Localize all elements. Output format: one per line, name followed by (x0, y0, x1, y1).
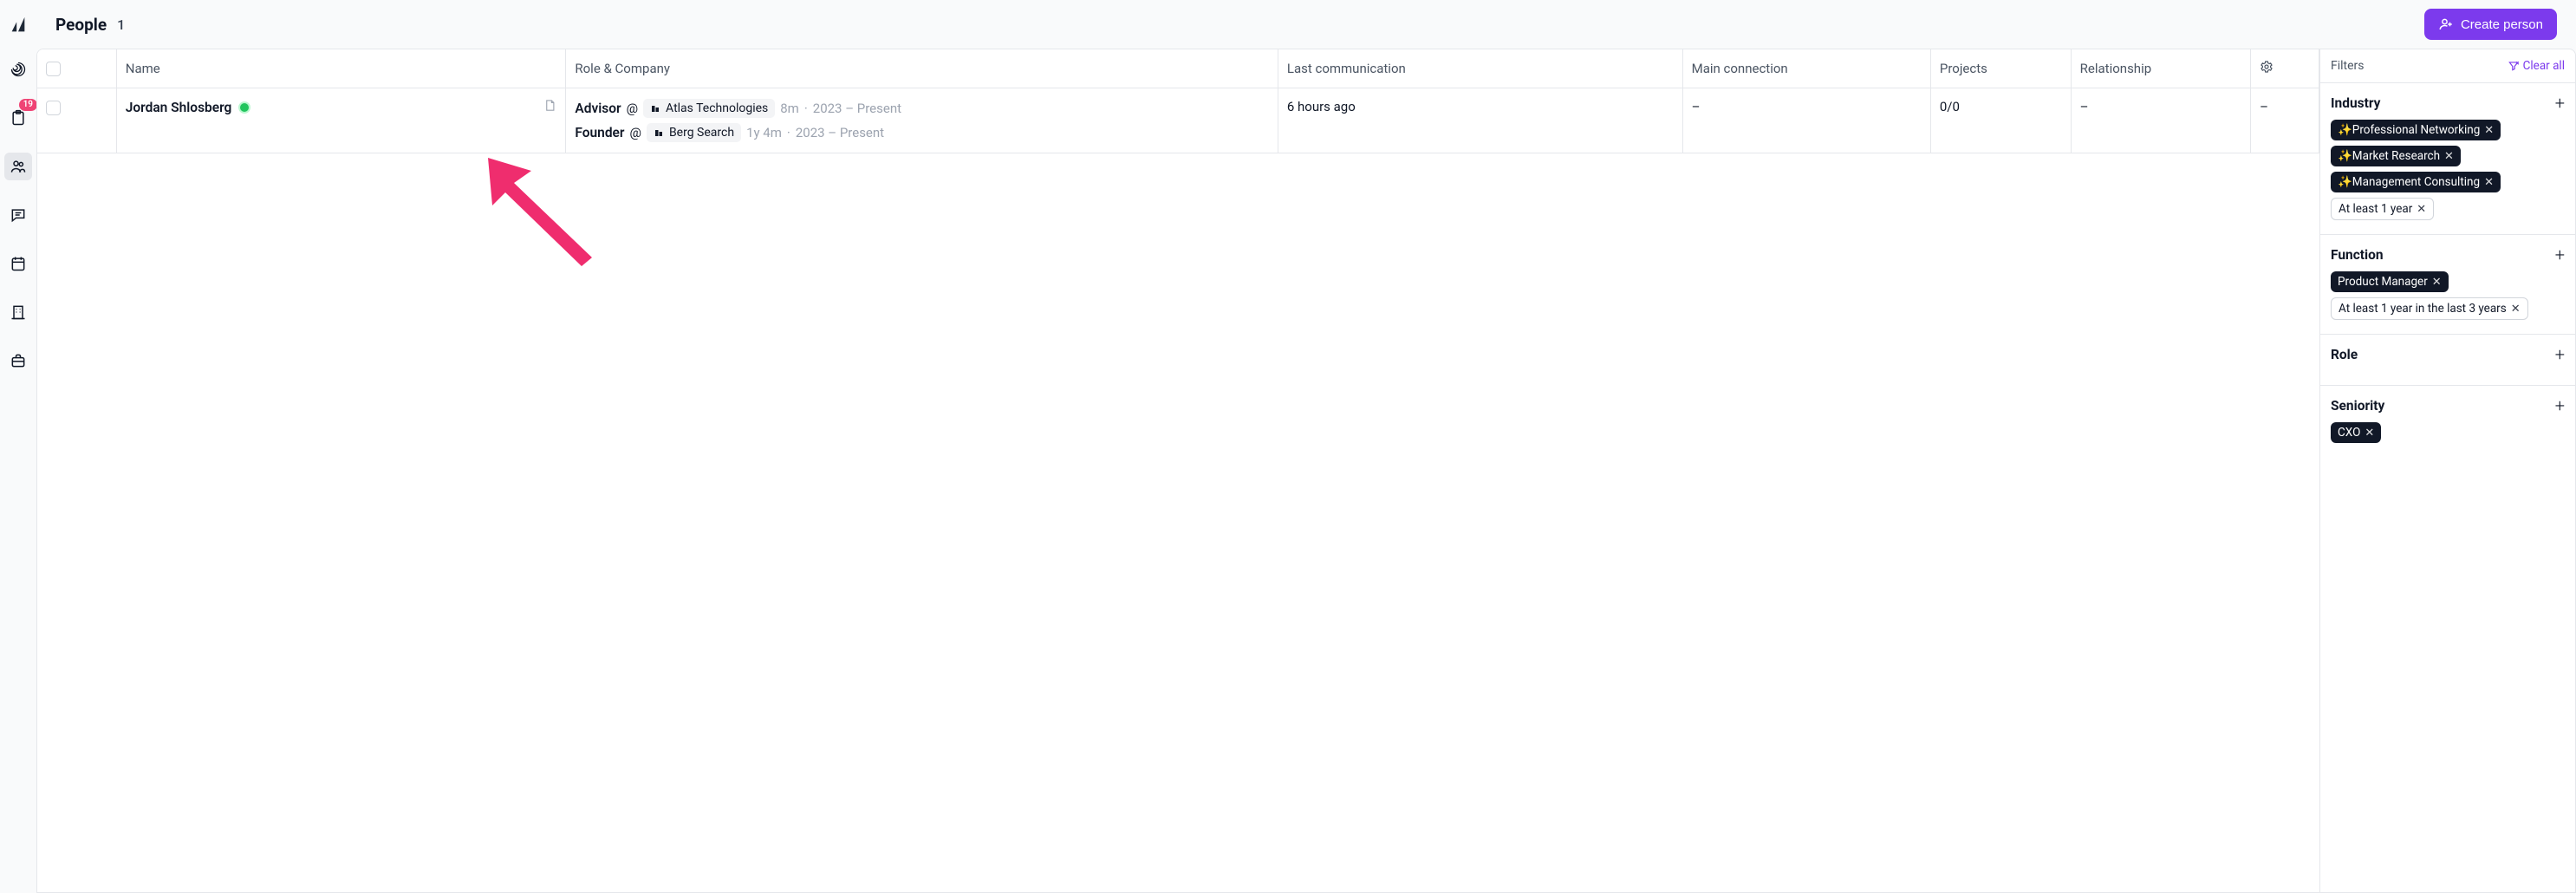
column-settings[interactable] (2251, 49, 2319, 88)
column-projects[interactable]: Projects (1930, 49, 2071, 88)
relationship: – (2071, 88, 2250, 153)
add-filter-function[interactable]: + (2555, 249, 2565, 261)
annotation-arrow (471, 136, 618, 284)
column-relationship[interactable]: Relationship (2071, 49, 2250, 88)
filter-title-industry: Industry (2331, 95, 2380, 111)
person-name[interactable]: Jordan Shlosberg (126, 100, 232, 115)
role-sep: · (787, 125, 790, 140)
filter-section-role: Role + (2320, 335, 2575, 386)
company-chip[interactable]: Atlas Technologies (643, 99, 775, 118)
chip-remove-icon[interactable]: ✕ (2432, 276, 2442, 289)
filter-section-industry: Industry + ✨Professional Networking✕ ✨Ma… (2320, 83, 2575, 235)
table-row[interactable]: Jordan Shlosberg Advi (37, 88, 2319, 153)
gear-icon (2260, 60, 2274, 74)
sidebar-item-tasks[interactable]: 19 (4, 104, 32, 132)
add-filter-seniority[interactable]: + (2555, 400, 2565, 412)
main-connection: – (1682, 88, 1930, 153)
chip-remove-icon[interactable]: ✕ (2511, 303, 2521, 316)
sidebar-item-chat[interactable] (4, 201, 32, 229)
filter-chip[interactable]: ✨Market Research✕ (2331, 146, 2461, 166)
filters-panel: Filters Clear all Industry + ✨Profession… (2319, 49, 2576, 893)
building-icon (650, 103, 660, 114)
create-person-label: Create person (2461, 17, 2543, 32)
status-dot-online (238, 101, 250, 114)
company-name: Berg Search (669, 126, 734, 140)
sidebar-item-people[interactable] (4, 153, 32, 180)
app-logo[interactable] (9, 16, 28, 35)
people-table: Name Role & Company Last communication M… (37, 49, 2319, 153)
column-last[interactable]: Last communication (1278, 49, 1682, 88)
note-icon[interactable] (543, 99, 556, 115)
person-plus-icon (2438, 16, 2454, 32)
role-dates: 2023 – Present (796, 125, 884, 140)
company-name: Atlas Technologies (666, 101, 768, 115)
company-chip[interactable]: Berg Search (647, 123, 741, 142)
people-table-area: Name Role & Company Last communication M… (36, 49, 2319, 893)
chip-remove-icon[interactable]: ✕ (2444, 150, 2454, 163)
filter-chip[interactable]: ✨Management Consulting✕ (2331, 172, 2501, 192)
filter-chip[interactable]: ✨Professional Networking✕ (2331, 120, 2501, 140)
column-name[interactable]: Name (116, 49, 566, 88)
sidebar-item-briefcase[interactable] (4, 347, 32, 375)
left-sidebar: 19 (0, 0, 36, 893)
extra-col: – (2251, 88, 2319, 153)
filters-title: Filters (2331, 59, 2365, 73)
filter-chip[interactable]: At least 1 year✕ (2331, 198, 2434, 220)
role-title: Advisor (575, 101, 621, 116)
filter-chip[interactable]: CXO✕ (2331, 422, 2381, 443)
clear-all-label: Clear all (2523, 59, 2565, 73)
role-duration: 1y 4m (746, 125, 782, 140)
clear-all-button[interactable]: Clear all (2508, 59, 2565, 73)
filter-chip[interactable]: Product Manager✕ (2331, 271, 2449, 292)
role-duration: 8m (780, 101, 799, 116)
building-icon (654, 127, 664, 138)
role-sep: · (804, 101, 808, 116)
filter-chip[interactable]: At least 1 year in the last 3 years✕ (2331, 297, 2528, 320)
column-main[interactable]: Main connection (1682, 49, 1930, 88)
column-role[interactable]: Role & Company (566, 49, 1278, 88)
role-at: @ (627, 101, 638, 116)
filter-title-function: Function (2331, 247, 2384, 263)
role-dates: 2023 – Present (813, 101, 901, 116)
filter-section-seniority: Seniority + CXO✕ (2320, 386, 2575, 457)
last-communication: 6 hours ago (1278, 88, 1682, 153)
sidebar-item-building[interactable] (4, 298, 32, 326)
tasks-badge: 19 (19, 99, 37, 111)
create-person-button[interactable]: Create person (2424, 9, 2557, 40)
page-title: People (55, 15, 107, 35)
sidebar-item-spiral[interactable] (4, 55, 32, 83)
filter-section-function: Function + Product Manager✕ At least 1 y… (2320, 235, 2575, 335)
chip-remove-icon[interactable]: ✕ (2484, 124, 2494, 137)
filter-title-seniority: Seniority (2331, 398, 2384, 414)
sidebar-item-calendar[interactable] (4, 250, 32, 277)
row-checkbox[interactable] (46, 101, 61, 115)
role-at: @ (629, 125, 641, 140)
filter-clear-icon (2508, 60, 2520, 72)
page-count: 1 (117, 16, 125, 33)
chip-remove-icon[interactable]: ✕ (2365, 427, 2374, 440)
add-filter-industry[interactable]: + (2555, 97, 2565, 109)
filter-title-role: Role (2331, 347, 2358, 362)
chip-remove-icon[interactable]: ✕ (2484, 176, 2494, 189)
chip-remove-icon[interactable]: ✕ (2417, 203, 2426, 216)
page-header: People 1 Create person (36, 0, 2576, 49)
role-title: Founder (575, 125, 624, 140)
projects-count: 0/0 (1930, 88, 2071, 153)
add-filter-role[interactable]: + (2555, 349, 2565, 361)
select-all-checkbox[interactable] (46, 62, 61, 76)
